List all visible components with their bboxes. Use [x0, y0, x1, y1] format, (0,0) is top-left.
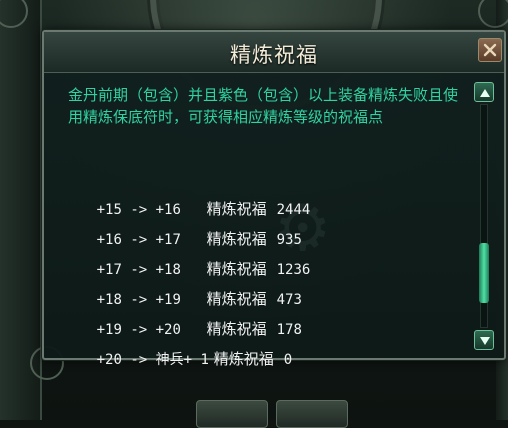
- close-button[interactable]: [478, 38, 502, 62]
- panel-title: 精炼祝福: [230, 43, 318, 67]
- scroll-thumb[interactable]: [479, 243, 489, 303]
- blessing-value: 473: [276, 292, 302, 308]
- background-button[interactable]: [196, 400, 268, 428]
- blessing-value: 178: [276, 322, 302, 338]
- refine-blessing-panel: 精炼祝福 ⚙ 金丹前期（包含）并且紫色（包含）以上装备精炼失败且使用精炼保底符时…: [42, 30, 506, 368]
- blessing-label: 精炼祝福: [206, 290, 267, 308]
- blessing-value: 2444: [276, 202, 311, 218]
- scroll-down-button[interactable]: [474, 330, 494, 350]
- triangle-up-icon: [480, 89, 490, 97]
- blessing-label: 精炼祝福: [213, 350, 274, 368]
- scroll-up-button[interactable]: [474, 82, 494, 102]
- level-range: +19 -> +20: [96, 322, 181, 338]
- blessing-value: 0: [283, 352, 293, 368]
- blessing-list: +15 -> +16 精炼祝福 2444 +16 -> +17 精炼祝福 935 +17…: [68, 164, 468, 368]
- background-button[interactable]: [276, 400, 348, 428]
- blessing-value: 935: [276, 232, 302, 248]
- blessing-label: 精炼祝福: [206, 260, 267, 278]
- level-range: +16 -> +17: [96, 232, 181, 248]
- level-range: +15 -> +16: [96, 202, 181, 218]
- blessing-label: 精炼祝福: [206, 320, 267, 338]
- level-range: +17 -> +18: [96, 262, 181, 278]
- blessing-label: 精炼祝福: [206, 200, 267, 218]
- description-text: 金丹前期（包含）并且紫色（包含）以上装备精炼失败且使用精炼保底符时，可获得相应精…: [68, 86, 459, 126]
- level-range: +20 -> 神兵+ 1: [96, 352, 209, 368]
- triangle-down-icon: [480, 337, 490, 345]
- close-icon: [483, 43, 497, 57]
- panel-titlebar: 精炼祝福: [44, 32, 504, 73]
- scrollbar[interactable]: [473, 82, 495, 350]
- background-corner-ornament: [478, 0, 508, 28]
- level-range: +18 -> +19: [96, 292, 181, 308]
- list-item: +15 -> +16 精炼祝福 2444: [68, 164, 468, 218]
- blessing-value: 1236: [276, 262, 311, 278]
- blessing-label: 精炼祝福: [206, 230, 267, 248]
